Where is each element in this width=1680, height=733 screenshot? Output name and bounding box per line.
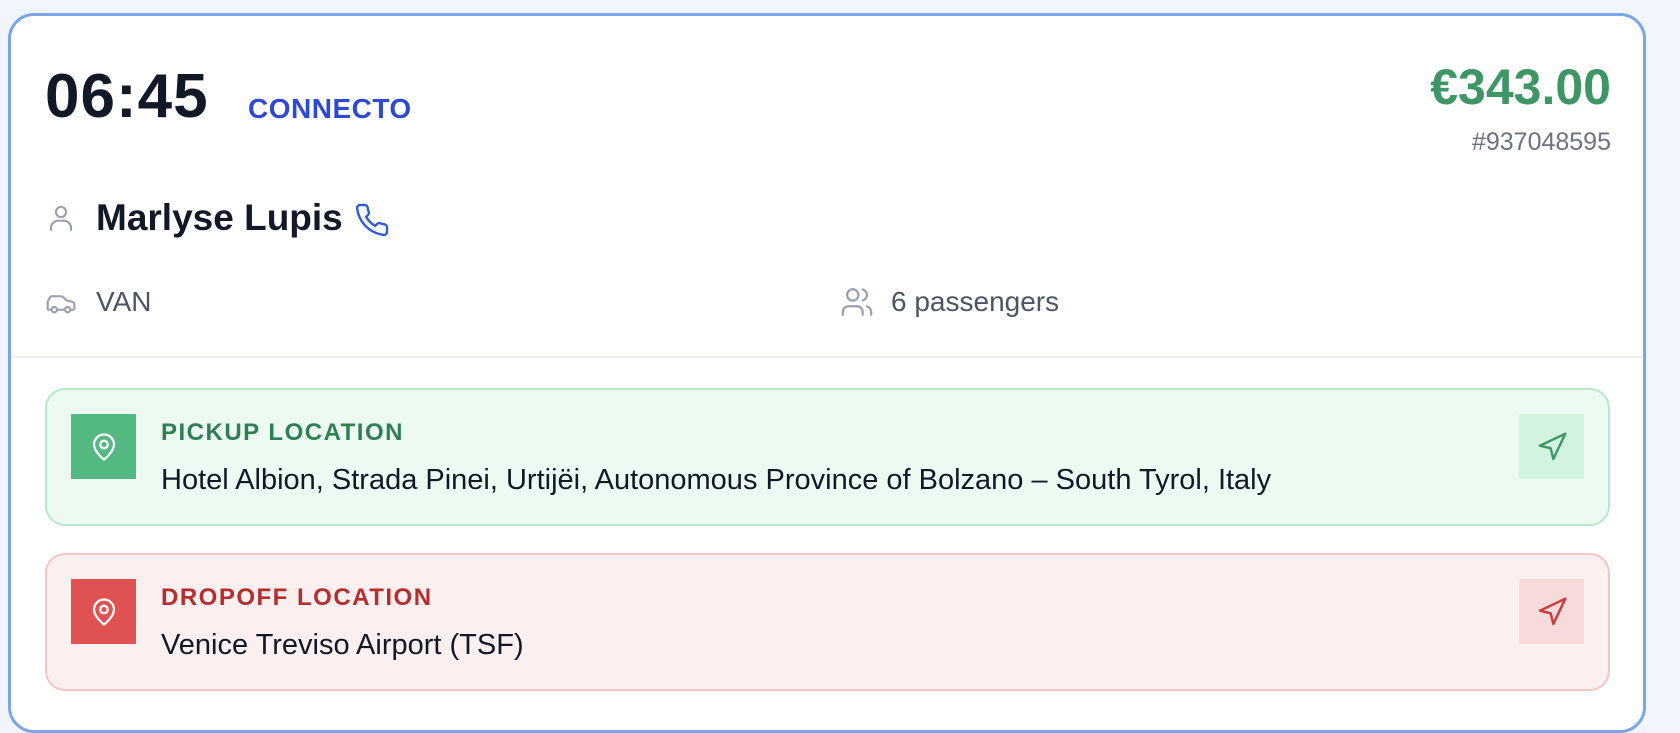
booking-id: #937048595 [1471,128,1611,156]
booking-card: 06:45 CONNECTO €343.00 #937048595 Marlys… [8,13,1646,733]
pickup-time: 06:45 [45,62,209,131]
customer-name: Marlyse Lupis [96,197,343,238]
phone-icon[interactable] [354,202,390,238]
pickup-navigate-button[interactable] [1519,414,1584,479]
users-icon [841,288,873,316]
dropoff-address: Venice Treviso Airport (TSF) [161,629,524,661]
passenger-count: 6 passengers [891,286,1060,317]
dropoff-label: DROPOFF LOCATION [161,584,433,611]
map-pin-icon [92,597,115,626]
navigation-arrow-icon [1538,596,1567,625]
map-pin-icon [92,432,115,461]
company-name: CONNECTO [248,93,412,124]
dropoff-navigate-button[interactable] [1519,579,1584,644]
booking-price: €343.00 [1430,59,1611,115]
pickup-address: Hotel Albion, Strada Pinei, Urtijëi, Aut… [161,464,1272,496]
pickup-label: PICKUP LOCATION [161,419,404,446]
dropoff-location-card: DROPOFF LOCATION Venice Treviso Airport … [45,553,1610,691]
dropoff-pin-badge [71,579,136,644]
booking-header: 06:45 CONNECTO €343.00 #937048595 Marlys… [11,16,1643,358]
pickup-pin-badge [71,414,136,479]
car-icon [46,295,76,314]
navigation-arrow-icon [1538,431,1567,460]
vehicle-type: VAN [96,286,152,317]
pickup-location-card: PICKUP LOCATION Hotel Albion, Strada Pin… [45,388,1610,526]
person-icon [49,205,73,232]
